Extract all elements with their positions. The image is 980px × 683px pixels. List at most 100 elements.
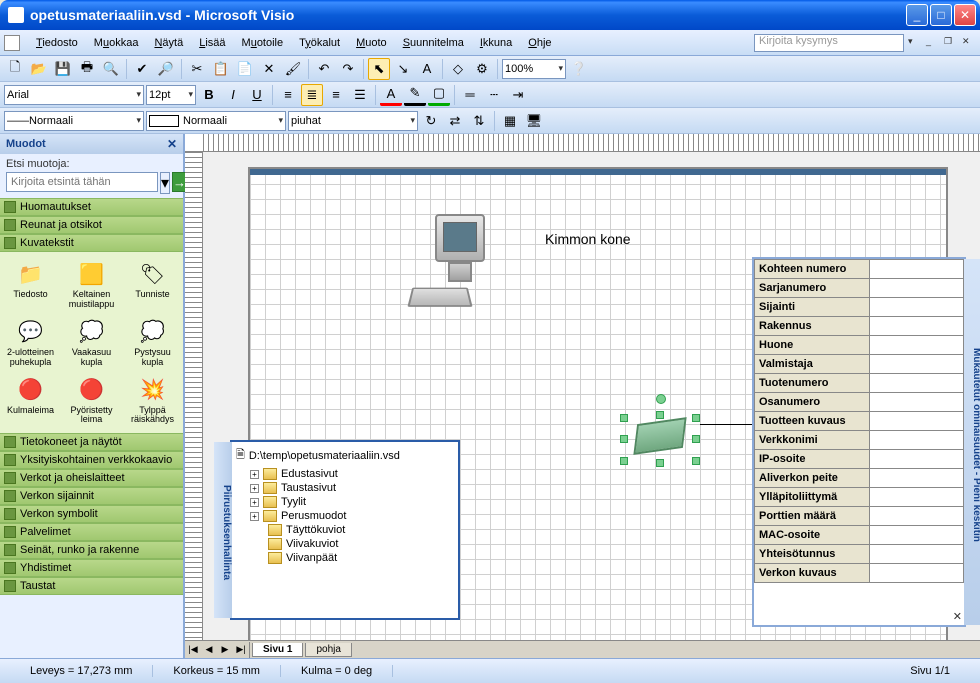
line-ends-button[interactable]: ⇥ (507, 84, 529, 106)
align-right-button[interactable]: ≡ (325, 84, 347, 106)
stencil-header[interactable]: Taustat (0, 577, 183, 595)
font-combo[interactable]: Arial▾ (4, 85, 144, 105)
hub-shape-selected[interactable] (620, 399, 700, 469)
minimize-button[interactable]: _ (906, 4, 928, 26)
bold-button[interactable]: B (198, 84, 220, 106)
text-tool[interactable]: A (416, 58, 438, 80)
cut-button[interactable]: ✂ (186, 58, 208, 80)
prop-value[interactable] (869, 526, 963, 545)
underline-button[interactable]: U (246, 84, 268, 106)
custom-properties-pane[interactable]: Mukautetut ominaisuudet - Pieni keskitin… (752, 257, 966, 627)
drawing-root[interactable]: D:\temp\opetusmateriaaliin.vsd (249, 450, 400, 462)
stencil-header[interactable]: Palvelimet (0, 523, 183, 541)
shape-master[interactable]: 🔴Pyöristetty leima (63, 374, 120, 428)
line-weight-button[interactable]: ═ (459, 84, 481, 106)
stencil-header[interactable]: Verkon symbolit (0, 505, 183, 523)
align-justify-button[interactable]: ☰ (349, 84, 371, 106)
tree-node[interactable]: Viivakuviot (268, 537, 454, 551)
menu-plan[interactable]: Suunnitelma (395, 35, 472, 51)
menu-edit[interactable]: Muokkaa (86, 35, 147, 51)
bg-button[interactable]: ▦ (499, 110, 521, 132)
prop-value[interactable] (869, 564, 963, 583)
tab-first-button[interactable]: |◀ (185, 642, 201, 658)
prop-value[interactable] (869, 298, 963, 317)
prop-value[interactable] (869, 260, 963, 279)
stencil-header[interactable]: Yksityiskohtainen verkkokaavio (0, 451, 183, 469)
custom-props-close[interactable]: ✕ (953, 610, 962, 623)
shape-label[interactable]: Kimmon kone (545, 231, 631, 247)
prop-value[interactable] (869, 336, 963, 355)
mdi-restore[interactable]: _ (926, 36, 940, 50)
gear-icon[interactable]: ⚙ (471, 58, 493, 80)
menu-format[interactable]: Muotoile (234, 35, 292, 51)
stencil-header[interactable]: Tietokoneet ja näytöt (0, 433, 183, 451)
delete-button[interactable]: ✕ (258, 58, 280, 80)
shapes-close-button[interactable]: ✕ (167, 137, 177, 151)
shape-master[interactable]: 💥Tylppä räiskähdys (124, 374, 181, 428)
shape-master[interactable]: 🏷Tunniste (124, 258, 181, 312)
copy-button[interactable]: 📋 (210, 58, 232, 80)
menu-shape[interactable]: Muoto (348, 35, 395, 51)
italic-button[interactable]: I (222, 84, 244, 106)
tree-node[interactable]: +Taustasivut (250, 481, 454, 495)
search-dropdown[interactable]: ▾ (160, 172, 170, 194)
mdi-close[interactable]: ✕ (962, 36, 976, 50)
stencil-header[interactable]: Verkot ja oheislaitteet (0, 469, 183, 487)
tab-next-button[interactable]: ▶ (217, 642, 233, 658)
menu-tools[interactable]: Työkalut (291, 35, 348, 51)
menu-help[interactable]: Ohje (520, 35, 559, 51)
flip-v-button[interactable]: ⇅ (468, 110, 490, 132)
drawing-explorer-pane[interactable]: Piirustuksenhallinta 🗎D:\temp\opetusmate… (230, 440, 460, 620)
stencil-header[interactable]: Seinät, runko ja rakenne (0, 541, 183, 559)
page-tab-2[interactable]: pohja (305, 643, 351, 657)
prop-value[interactable] (869, 317, 963, 336)
open-button[interactable]: 📂 (28, 58, 50, 80)
shape-master[interactable]: 💭Pystysuu kupla (124, 316, 181, 370)
search-shapes-input[interactable] (6, 172, 158, 192)
shape-master[interactable]: 🟨Keltainen muistilappu (63, 258, 120, 312)
tree-node[interactable]: +Tyylit (250, 495, 454, 509)
align-center-button[interactable]: ≣ (301, 84, 323, 106)
line-pattern-button[interactable]: ┄ (483, 84, 505, 106)
fill-style-combo[interactable]: Normaali▾ (146, 111, 286, 131)
line-style-combo[interactable]: —— Normaali▾ (4, 111, 144, 131)
stencil-header[interactable]: Verkon sijainnit (0, 487, 183, 505)
shapes-button[interactable]: ◇ (447, 58, 469, 80)
prop-value[interactable] (869, 450, 963, 469)
ask-dropdown[interactable]: ▾ (908, 36, 922, 50)
connector-tool[interactable]: ↘ (392, 58, 414, 80)
stencil-header[interactable]: Reunat ja otsikot (0, 216, 183, 234)
format-painter-button[interactable]: 🖌 (282, 58, 304, 80)
prop-value[interactable] (869, 279, 963, 298)
layer-combo[interactable]: piuhat▾ (288, 111, 418, 131)
shape-master[interactable]: 📁Tiedosto (2, 258, 59, 312)
rotate-button[interactable]: ↻ (420, 110, 442, 132)
shape-master[interactable]: 💬2-ulotteinen puhekupla (2, 316, 59, 370)
spell-button[interactable]: ✔ (131, 58, 153, 80)
prop-value[interactable] (869, 545, 963, 564)
prop-value[interactable] (869, 488, 963, 507)
menu-window[interactable]: Ikkuna (472, 35, 520, 51)
tree-node[interactable]: Täyttökuviot (268, 523, 454, 537)
tree-node[interactable]: +Edustasivut (250, 467, 454, 481)
page-tab-1[interactable]: Sivu 1 (252, 643, 303, 657)
help-button[interactable]: ❔ (568, 58, 590, 80)
font-color-button[interactable]: A (380, 84, 402, 106)
zoom-combo[interactable]: 100%▾ (502, 59, 566, 79)
pointer-tool[interactable]: ⬉ (368, 58, 390, 80)
fill-color-button[interactable]: ▢ (428, 84, 450, 106)
prop-value[interactable] (869, 355, 963, 374)
save-button[interactable]: 💾 (52, 58, 74, 80)
prop-value[interactable] (869, 507, 963, 526)
pc-shape[interactable] (410, 214, 510, 314)
size-combo[interactable]: 12pt▾ (146, 85, 196, 105)
preview-button[interactable]: 🔍 (100, 58, 122, 80)
prop-value[interactable] (869, 412, 963, 431)
prop-value[interactable] (869, 393, 963, 412)
close-button[interactable]: ✕ (954, 4, 976, 26)
menu-file[interactable]: Tiedosto (28, 35, 86, 51)
tree-node[interactable]: +Perusmuodot (250, 509, 454, 523)
align-left-button[interactable]: ≡ (277, 84, 299, 106)
shape-master[interactable]: 💭Vaakasuu kupla (63, 316, 120, 370)
tab-prev-button[interactable]: ◀ (201, 642, 217, 658)
